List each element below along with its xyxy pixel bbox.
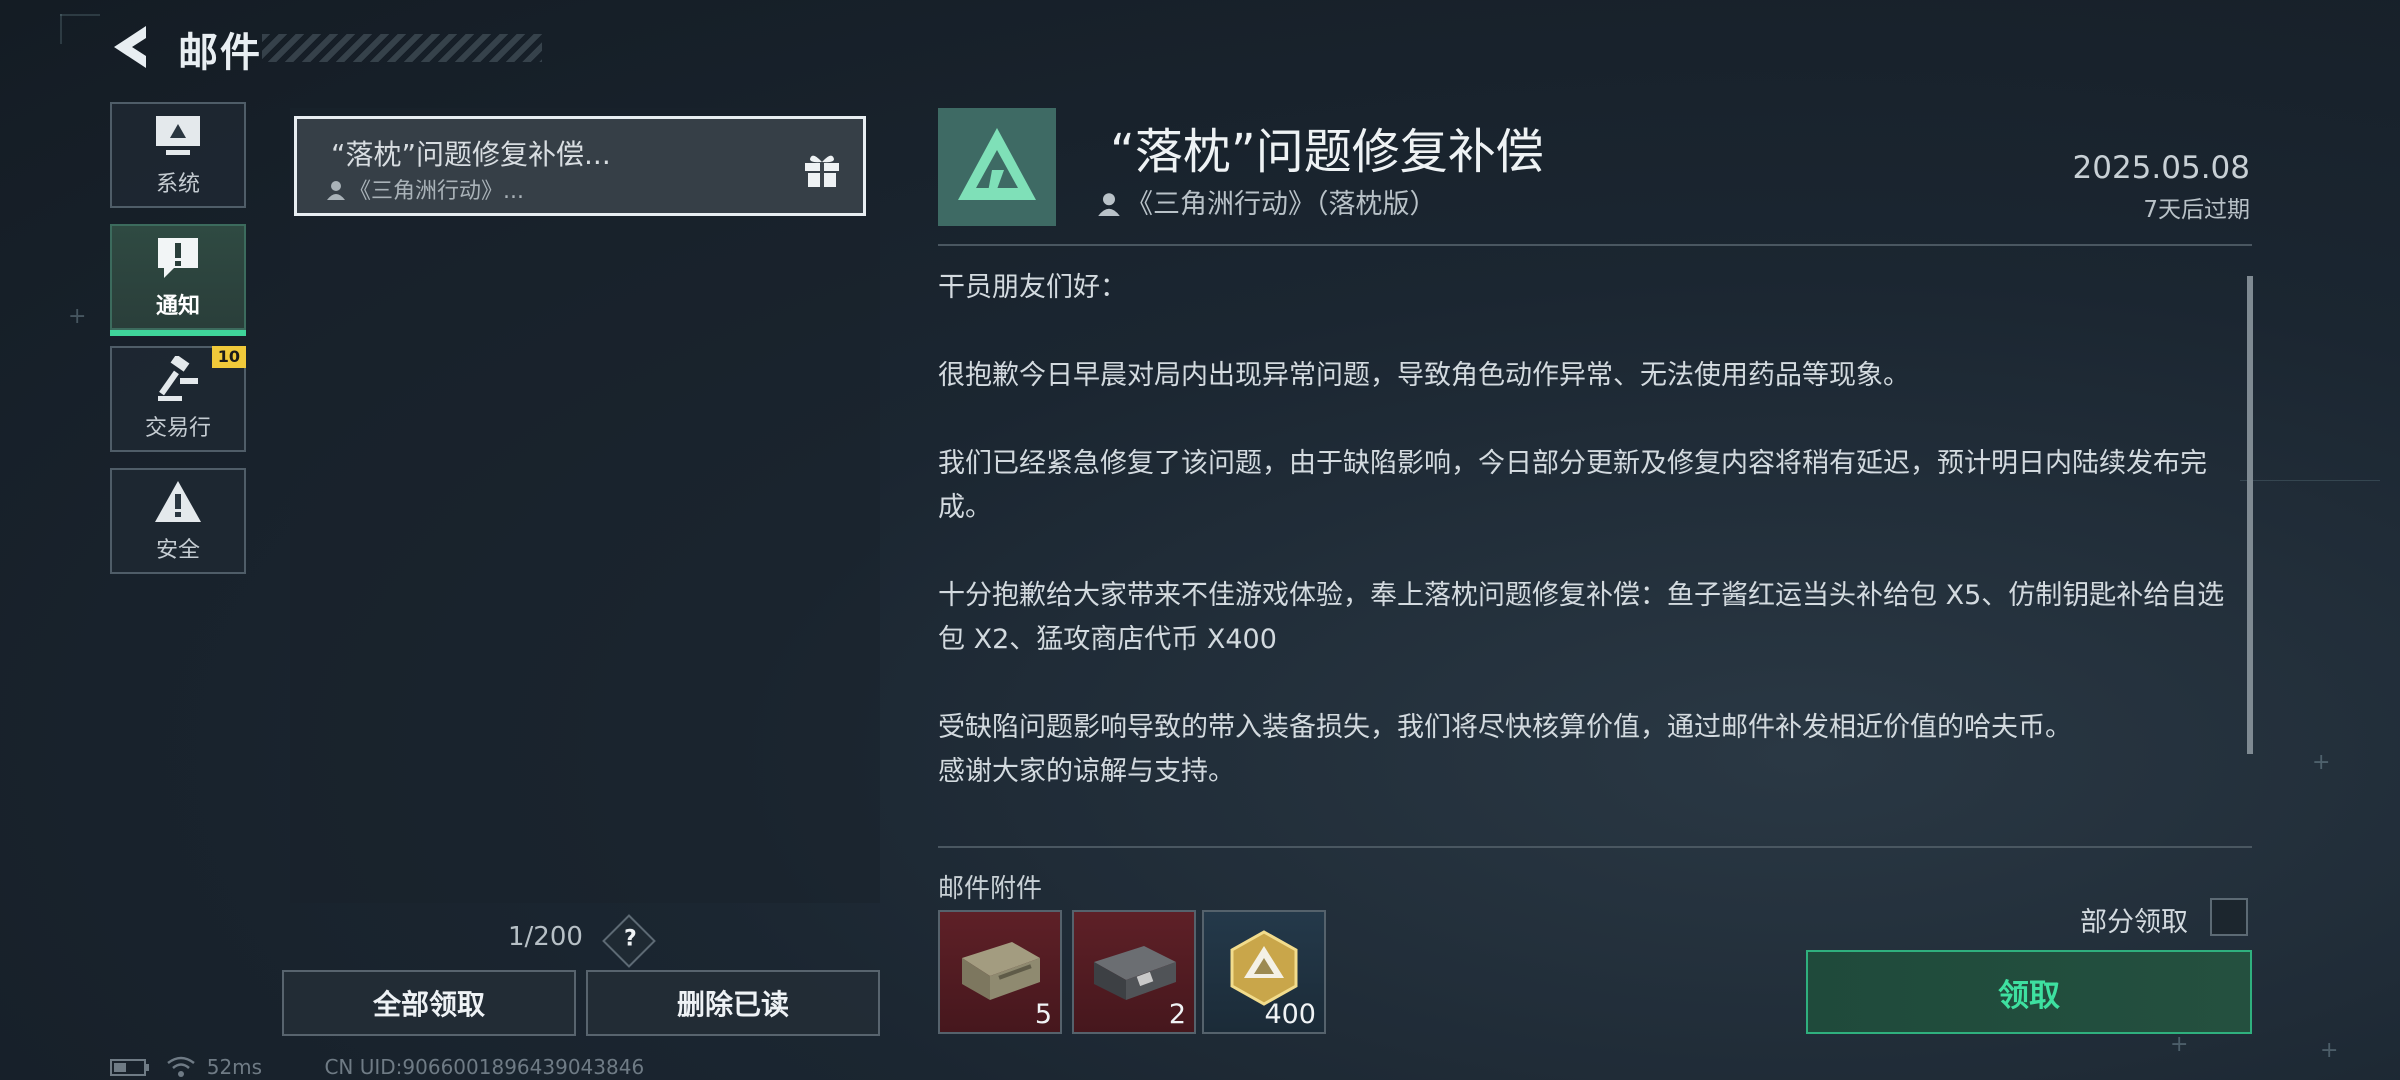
attachment-qty: 5 (1034, 999, 1052, 1030)
mail-date: 2025.05.08 (2072, 150, 2251, 186)
mail-item-title: “落枕”问题修复补偿... (331, 138, 611, 171)
tab-notice[interactable]: 通知 (110, 224, 246, 336)
warning-icon (155, 481, 201, 522)
attachment-item[interactable]: 5 (938, 910, 1062, 1034)
wifi-icon (167, 1056, 196, 1077)
gift-icon (805, 155, 839, 187)
mail-body-paragraph: 我们已经紧急修复了该问题，由于缺陷影响，今日部分更新及修复内容将稍有延迟，预计明… (938, 448, 2207, 523)
help-icon-glyph: ? (624, 926, 637, 952)
mail-title: “落枕”问题修复补偿 (1110, 124, 1544, 180)
delta-logo-icon (958, 128, 1036, 200)
mail-expiry: 7天后过期 (2143, 197, 2250, 223)
mail-body: 干员朋友们好： 很抱歉今日早晨对局内出现异常问题，导致角色动作异常、无法使用药品… (938, 266, 2228, 838)
status-bar: 52ms CN UID:9066001896439043846 (110, 1055, 644, 1079)
claim-button[interactable]: 领取 (1806, 950, 2252, 1034)
mail-sender-text: 《三角洲行动》（落枕版） (1126, 189, 1437, 220)
ping-text: 52ms (206, 1055, 263, 1079)
mail-body-paragraph: 十分抱歉给大家带来不佳游戏体验，奉上落枕问题修复补偿：鱼子酱红运当头补给包 X5… (938, 580, 2225, 655)
page-count: 1/200 (508, 922, 583, 952)
partial-claim-label: 部分领取 (2080, 907, 2188, 938)
user-icon (1098, 193, 1120, 216)
tab-security[interactable]: 安全 (110, 468, 246, 574)
tab-trading-label: 交易行 (144, 416, 211, 441)
trading-badge: 10 (211, 346, 246, 368)
sender-logo (938, 108, 1056, 226)
decor-cross: + (2312, 750, 2331, 775)
decor-cross: + (68, 304, 87, 329)
mail-body-scrollbar[interactable] (2247, 276, 2253, 754)
decor-cross: + (2320, 1038, 2339, 1063)
divider (938, 846, 2252, 848)
back-arrow-icon (114, 26, 146, 68)
mail-body-paragraph: 干员朋友们好： (938, 272, 1127, 303)
mail-list-item[interactable]: “落枕”问题修复补偿... 《三角洲行动》... (294, 116, 866, 216)
mail-item-sender: 《三角洲行动》... (327, 173, 524, 205)
attachment-item[interactable]: 400 (1202, 910, 1326, 1034)
key-case-icon (1094, 946, 1176, 1000)
back-button[interactable] (108, 22, 158, 72)
attachments-label: 邮件附件 (938, 874, 1043, 904)
claim-all-button[interactable]: 全部领取 (282, 970, 576, 1036)
attachment-item[interactable]: 2 (1072, 910, 1196, 1034)
tab-trading[interactable]: 10 交易行 (110, 346, 246, 452)
decor-line (2240, 480, 2380, 481)
tab-security-label: 安全 (155, 538, 200, 563)
mail-item-sender-text: 《三角洲行动》... (349, 179, 524, 204)
tab-notice-label: 通知 (155, 294, 200, 319)
delete-read-button[interactable]: 删除已读 (586, 970, 880, 1036)
exclamation-icon (158, 238, 198, 278)
page-title: 邮件 (178, 30, 262, 76)
uid-text: CN UID:9066001896439043846 (324, 1055, 645, 1079)
tab-system[interactable]: 系统 (110, 102, 246, 208)
mail-body-paragraph: 受缺陷问题影响导致的带入装备损失，我们将尽快核算价值，通过邮件补发相近价值的哈夫… (938, 712, 2072, 787)
help-icon[interactable]: ? (602, 914, 656, 968)
partial-claim-checkbox[interactable] (2210, 898, 2248, 936)
decor-cross: + (2170, 1032, 2189, 1057)
attachment-qty: 400 (1264, 999, 1316, 1030)
decor-line (60, 14, 62, 44)
tab-system-label: 系统 (155, 172, 200, 197)
battery-icon (110, 1059, 149, 1076)
divider (938, 244, 2252, 246)
monitor-icon (156, 116, 200, 155)
mail-list-panel (290, 108, 880, 903)
token-coin-icon (1230, 930, 1298, 1006)
mail-sender: 《三角洲行动》（落枕版） (1098, 182, 1437, 221)
mail-body-paragraph: 很抱歉今日早晨对局内出现异常问题，导致角色动作异常、无法使用药品等现象。 (938, 360, 1910, 391)
attachment-qty: 2 (1168, 999, 1186, 1030)
decor-line (60, 14, 100, 16)
supply-crate-icon (962, 942, 1040, 1000)
title-stripes-decor (262, 34, 542, 62)
user-icon (327, 181, 345, 200)
gavel-icon (158, 356, 198, 401)
